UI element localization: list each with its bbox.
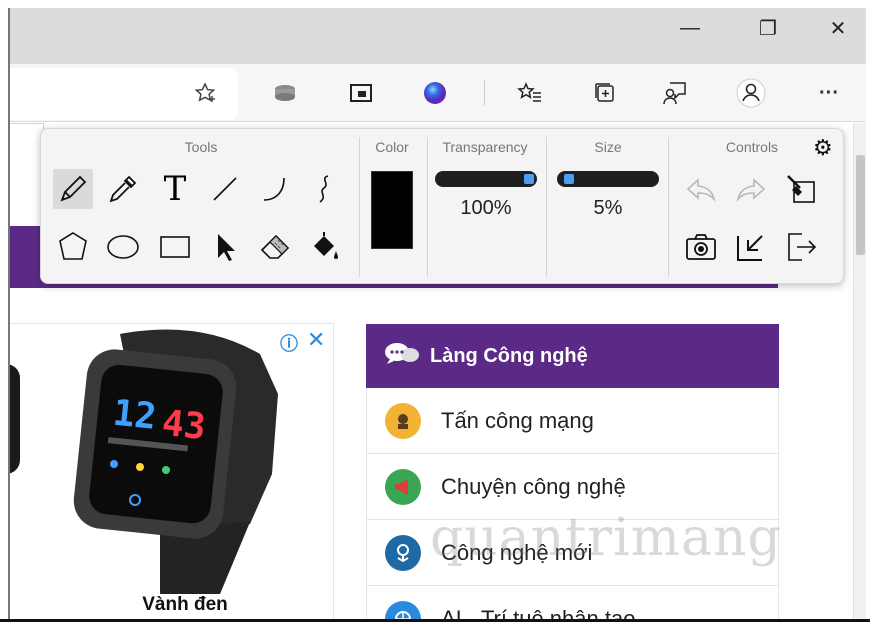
picture-in-picture-icon[interactable]	[344, 76, 378, 110]
transparency-slider-knob[interactable]	[524, 174, 534, 184]
transparency-slider[interactable]	[435, 171, 537, 187]
exit-icon[interactable]	[781, 227, 821, 267]
fill-bucket-icon[interactable]	[305, 227, 345, 267]
minimize-icon: —	[680, 16, 700, 39]
tech-tree-icon	[385, 534, 421, 571]
toolbar-separator	[484, 80, 485, 106]
user-account-icon[interactable]	[734, 76, 768, 110]
pointer-icon[interactable]	[205, 227, 245, 267]
screenshot-icon[interactable]	[681, 227, 721, 267]
transparency-section-label: Transparency	[442, 139, 528, 155]
more-menu-button[interactable]: ···	[812, 76, 846, 110]
text-icon[interactable]: T	[155, 169, 195, 209]
pencil-icon[interactable]	[53, 169, 93, 209]
profile-orb-icon[interactable]	[418, 76, 452, 110]
close-icon: ✕	[829, 17, 847, 40]
transparency-value: 100%	[460, 197, 512, 219]
favorites-icon[interactable]	[513, 76, 547, 110]
smartwatch-image: 12 43	[10, 329, 278, 594]
svg-text:43: 43	[160, 403, 207, 448]
sidebar-item-tan-cong-mang[interactable]: Tấn công mạng	[366, 388, 779, 454]
sidebar-category-list: Làng Công nghệ Tấn công mạng Chuyện công…	[366, 324, 779, 622]
close-window-button[interactable]: ✕	[810, 8, 866, 48]
chat-bubbles-icon	[384, 341, 420, 371]
clear-brush-icon[interactable]	[781, 169, 821, 209]
ellipse-icon[interactable]	[103, 227, 143, 267]
favorite-star-icon[interactable]	[188, 76, 222, 110]
undo-icon[interactable]	[681, 169, 721, 209]
redo-icon[interactable]	[731, 169, 771, 209]
section-divider	[359, 137, 360, 277]
text-tool-glyph: T	[163, 169, 187, 209]
ad-caption: Vành đen	[142, 594, 228, 615]
tools-section-label: Tools	[184, 139, 218, 155]
scrollbar-thumb[interactable]	[856, 155, 865, 255]
page-search-box[interactable]	[10, 123, 44, 233]
section-divider	[546, 137, 547, 277]
feedback-icon[interactable]	[658, 76, 692, 110]
color-swatch[interactable]	[371, 171, 413, 249]
sidebar-item-label: Tấn công mạng	[441, 407, 594, 433]
section-divider	[427, 137, 428, 277]
minimize-button[interactable]: —	[662, 8, 718, 48]
maximize-button[interactable]: ❐	[740, 8, 796, 48]
sidebar-item-ai[interactable]: AI - Trí tuệ nhân tạo	[366, 586, 779, 622]
sidebar-item-label: Chuyện công nghệ	[441, 473, 626, 499]
line-icon[interactable]	[205, 169, 245, 209]
color-section-label: Color	[375, 139, 409, 155]
rectangle-icon[interactable]	[155, 227, 195, 267]
curve-icon[interactable]	[255, 169, 295, 209]
controls-section-label: Controls	[725, 139, 779, 155]
title-bar: — ❐ ✕	[10, 8, 866, 64]
eraser-icon[interactable]	[255, 227, 295, 267]
section-divider	[668, 137, 669, 277]
more-dots-icon: ···	[819, 81, 839, 104]
svg-text:12: 12	[111, 393, 158, 438]
drawing-toolbar-panel: Tools Color Transparency Size Controls ⚙…	[40, 128, 844, 284]
eyedropper-icon[interactable]	[103, 169, 143, 209]
address-bar[interactable]	[10, 68, 238, 120]
sidebar-heading-label: Làng Công nghệ	[430, 344, 588, 367]
megaphone-icon	[385, 468, 421, 505]
extension-icon[interactable]	[268, 76, 302, 110]
browser-toolbar: ···	[10, 64, 866, 122]
restore-icon: ❐	[759, 17, 777, 40]
advertisement[interactable]: ⓘ ✕ 12 43 Vành đen	[10, 323, 334, 622]
hacker-icon	[385, 402, 421, 439]
size-slider-knob[interactable]	[564, 174, 575, 184]
watermark: quantrimang	[430, 508, 782, 568]
polygon-icon[interactable]	[53, 227, 93, 267]
collections-icon[interactable]	[588, 76, 622, 110]
size-section-label: Size	[594, 139, 622, 155]
squiggle-icon[interactable]	[305, 169, 345, 209]
minimize-panel-icon[interactable]	[731, 227, 771, 267]
sidebar-heading[interactable]: Làng Công nghệ	[366, 324, 779, 388]
size-value: 5%	[593, 197, 623, 219]
page-scrollbar[interactable]	[853, 123, 866, 622]
settings-gear-icon[interactable]: ⚙	[813, 135, 833, 161]
size-slider[interactable]	[557, 171, 659, 187]
